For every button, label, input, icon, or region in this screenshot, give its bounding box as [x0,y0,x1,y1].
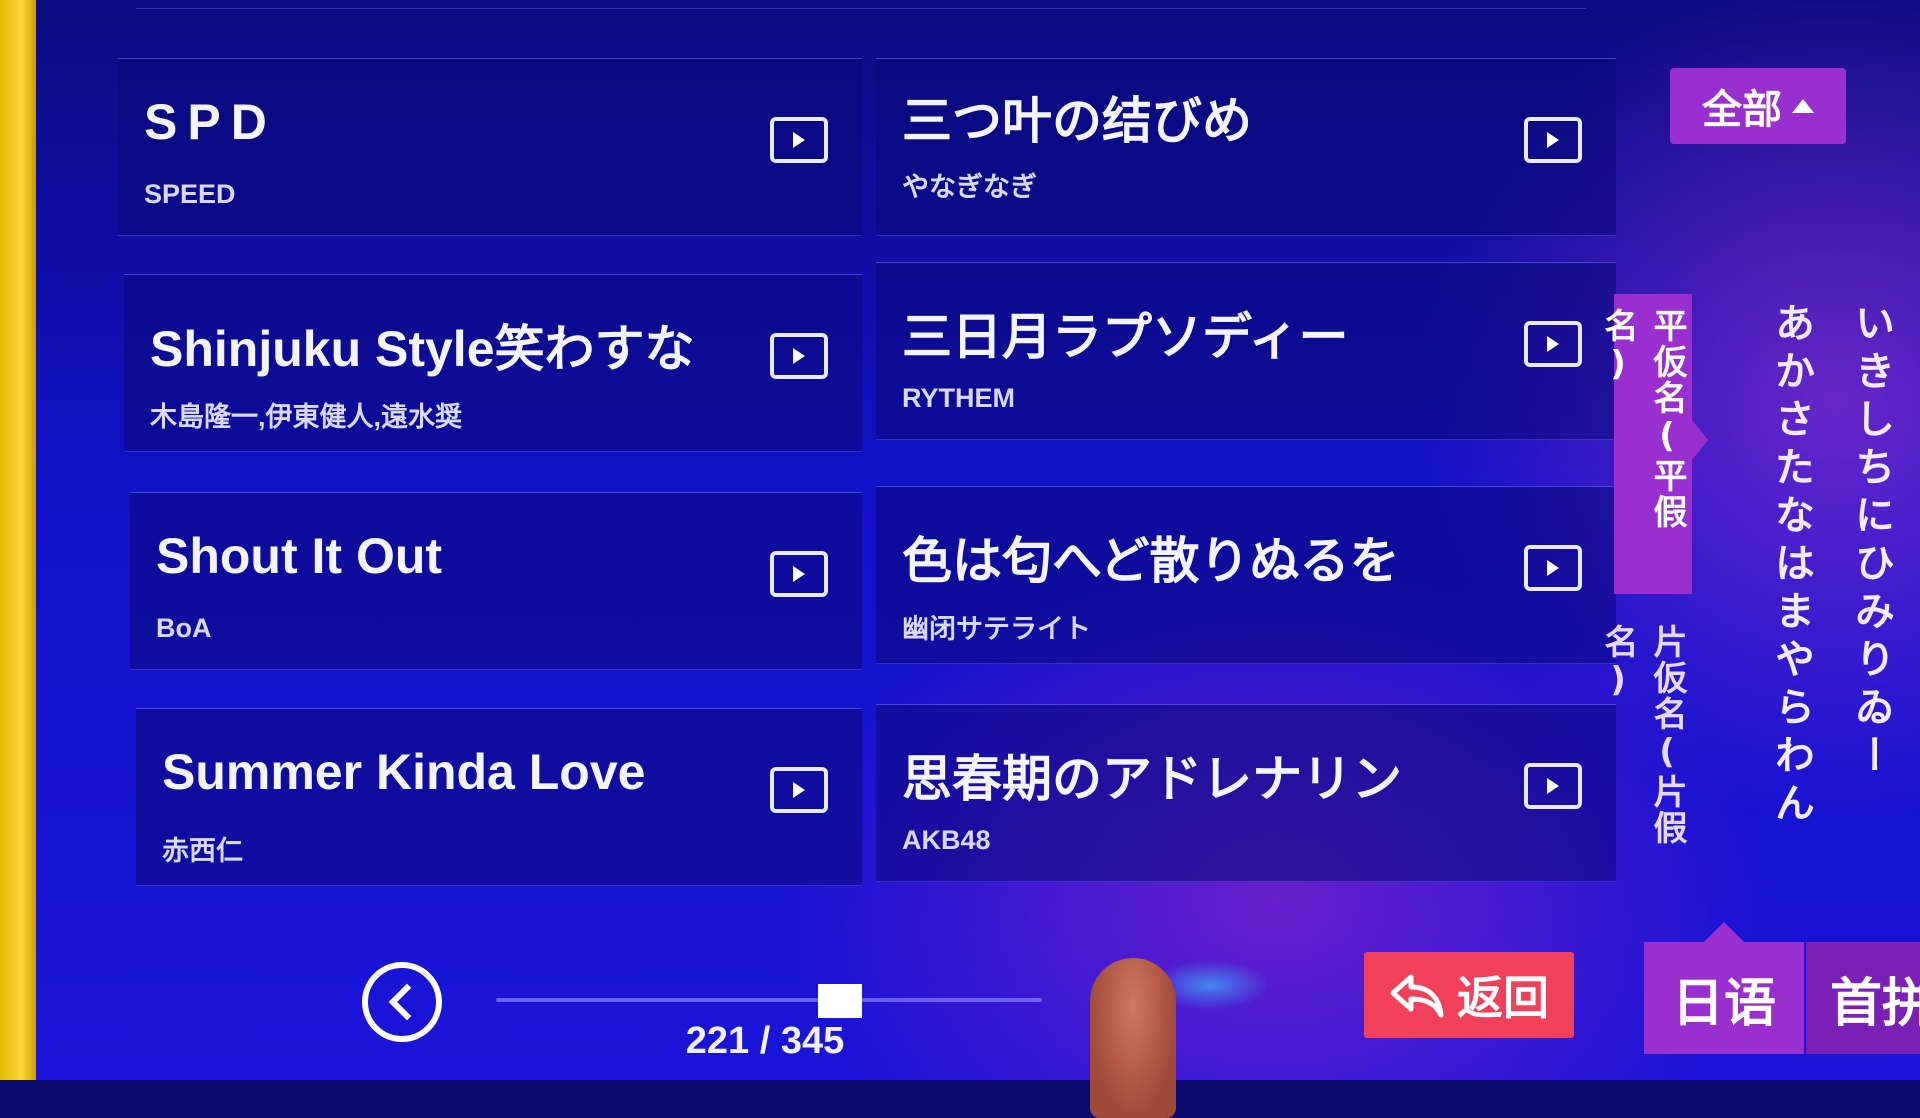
song-artist: SPEED [144,179,236,209]
song-card[interactable]: SPD SPEED [118,58,862,236]
tab-hiragana[interactable]: 平仮名(平假名) [1598,294,1692,594]
tab-japanese-label: 日语 [1671,973,1776,1034]
song-title: Summer Kinda Love [162,744,646,800]
top-divider [136,0,1586,9]
caret-up-icon [1792,99,1814,113]
song-title: SPD [144,94,277,150]
tab-hiragana-label: 平仮名(平假名) [1598,308,1687,530]
song-card[interactable]: 色は匂へど散りぬるを 幽闭サテライト [876,486,1616,664]
song-card[interactable]: 三つ叶の结びめ やなぎなぎ [876,58,1616,236]
tab-katakana[interactable]: 片仮名(片假名) [1598,614,1692,914]
return-button[interactable]: 返回 [1364,952,1574,1038]
play-video-icon[interactable] [1524,321,1582,367]
finger-overlay [1090,958,1176,1118]
filter-all-label: 全部 [1702,87,1782,133]
tab-hiragana-pointer [1692,420,1708,460]
play-video-icon[interactable] [770,767,828,813]
song-artist: 幽闭サテライト [902,614,1091,644]
filter-all-button[interactable]: 全部 [1670,68,1846,144]
song-artist: AKB48 [902,825,991,855]
song-artist: やなぎなぎ [902,172,1037,202]
play-video-icon[interactable] [770,117,828,163]
song-title: 色は匂へど散りぬるを [902,533,1400,589]
song-title: 思春期のアドレナリン [902,751,1402,807]
song-artist: 木島隆一,伊東健人,遠水奨 [150,402,463,432]
tab-initials-label: 首拼 [1830,973,1920,1034]
song-artist: 赤西仁 [162,836,243,866]
song-card[interactable]: 思春期のアドレナリン AKB48 [876,704,1616,882]
song-title: Shout It Out [156,528,443,584]
play-video-icon[interactable] [770,333,828,379]
language-tab-pointer [1702,922,1746,944]
song-card[interactable]: Shout It Out BoA [130,492,862,670]
chevron-left-icon [388,983,426,1021]
play-video-icon[interactable] [1524,117,1582,163]
device-bezel [0,0,36,1080]
page-slider-thumb[interactable] [818,984,862,1018]
song-title: Shinjuku Style笑わすな [150,321,695,377]
kana-column-a[interactable]: あかさたなはまやらわん [1760,302,1820,882]
song-artist: BoA [156,613,212,643]
return-label: 返回 [1457,971,1549,1025]
tab-initials[interactable]: 首拼 [1806,942,1920,1054]
play-video-icon[interactable] [770,551,828,597]
page-slider[interactable] [496,984,1042,1018]
song-card[interactable]: 三日月ラプソディー RYTHEM [876,262,1616,440]
song-title: 三つ叶の结びめ [902,93,1252,149]
tab-katakana-label: 片仮名(片假名) [1598,624,1687,846]
play-video-icon[interactable] [1524,545,1582,591]
song-card[interactable]: Summer Kinda Love 赤西仁 [136,708,862,886]
tab-japanese[interactable]: 日语 [1644,942,1804,1054]
previous-page-button[interactable] [362,962,442,1042]
play-video-icon[interactable] [1524,763,1582,809]
return-arrow-icon [1390,974,1444,1018]
song-card[interactable]: Shinjuku Style笑わすな 木島隆一,伊東健人,遠水奨 [124,274,862,452]
page-counter: 221 / 345 [685,1020,845,1062]
song-title: 三日月ラプソディー [902,309,1349,365]
song-artist: RYTHEM [902,383,1015,413]
kana-column-i[interactable]: いきしちにひみりゐー [1840,302,1900,882]
